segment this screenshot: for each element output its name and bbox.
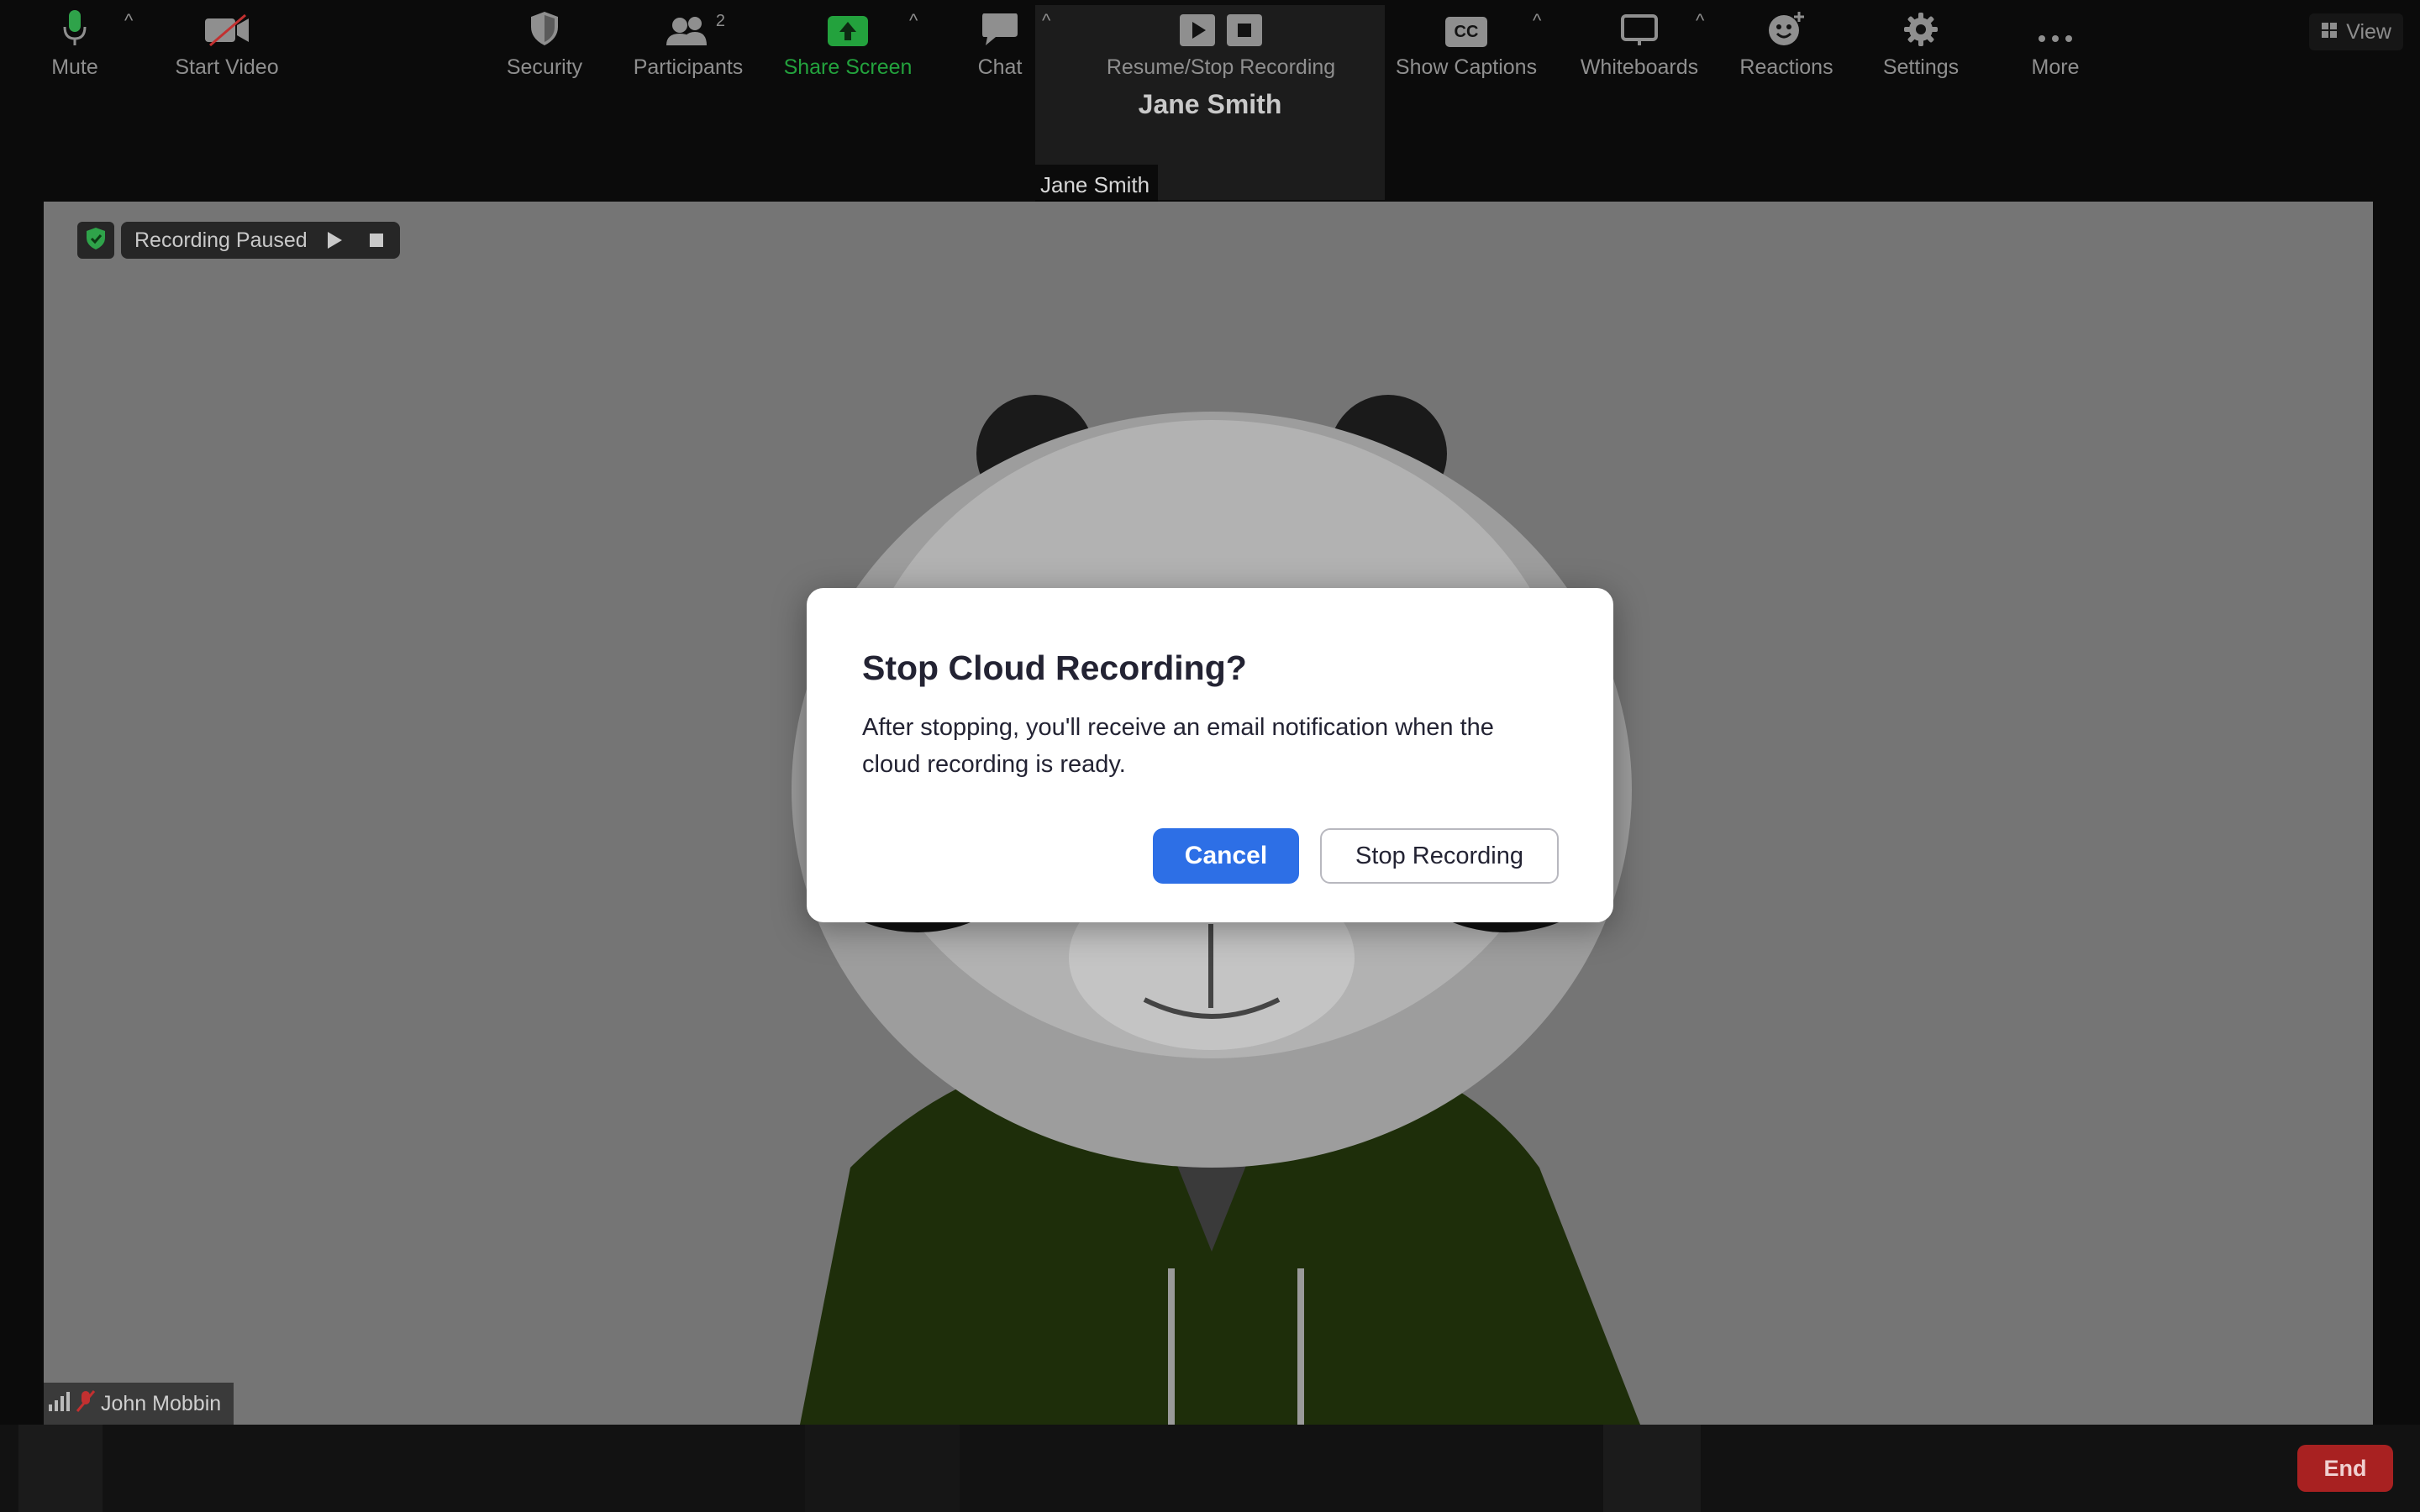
more-button[interactable]: More: [2017, 0, 2094, 87]
participants-icon: 2: [665, 0, 725, 50]
microphone-icon: [62, 0, 87, 50]
share-screen-button[interactable]: Share Screen: [783, 0, 913, 87]
security-button[interactable]: Security: [496, 0, 593, 87]
start-video-label: Start Video: [175, 55, 279, 79]
thumbnail-name-tag: Jane Smith: [1035, 165, 1159, 205]
share-options-caret-icon[interactable]: ^: [909, 10, 918, 32]
participant-name: John Mobbin: [101, 1391, 222, 1415]
recording-controls-icon: [1179, 0, 1263, 50]
whiteboard-icon: [1620, 0, 1659, 50]
show-captions-label: Show Captions: [1395, 55, 1538, 79]
mute-label: Mute: [51, 55, 98, 79]
reactions-icon: [1767, 0, 1806, 50]
participants-label: Participants: [633, 55, 744, 79]
security-label: Security: [506, 55, 583, 79]
cancel-button[interactable]: Cancel: [1153, 828, 1299, 884]
view-button-label: View: [2346, 20, 2391, 44]
share-screen-label: Share Screen: [783, 55, 913, 79]
mute-highlight: [18, 1425, 103, 1512]
chat-options-caret-icon[interactable]: ^: [1042, 10, 1050, 32]
signal-strength-icon: [47, 1391, 71, 1417]
resume-stop-recording-button[interactable]: Resume/Stop Recording: [1106, 0, 1336, 87]
show-captions-button[interactable]: CC Show Captions: [1395, 0, 1538, 87]
end-meeting-button[interactable]: End: [2297, 1445, 2393, 1492]
audio-options-caret-icon[interactable]: ^: [124, 10, 133, 32]
reactions-button[interactable]: Reactions: [1738, 0, 1835, 87]
gear-icon: [1903, 0, 1939, 50]
chat-bubble-icon: [981, 0, 1019, 50]
stop-recording-button[interactable]: Stop Recording: [1320, 828, 1559, 884]
participants-count: 2: [715, 12, 725, 30]
video-off-icon: [203, 0, 250, 50]
settings-button[interactable]: Settings: [1879, 0, 1963, 87]
participant-name-tag: John Mobbin: [44, 1383, 234, 1425]
security-shield-icon: [529, 0, 560, 50]
participants-button[interactable]: 2 Participants: [629, 0, 748, 87]
stop-recording-dialog: Stop Cloud Recording? After stopping, yo…: [807, 588, 1613, 922]
reactions-label: Reactions: [1739, 55, 1833, 79]
mute-button[interactable]: Mute: [44, 0, 106, 87]
more-dots-icon: [2037, 0, 2074, 50]
settings-label: Settings: [1882, 55, 1960, 79]
dialog-title: Stop Cloud Recording?: [862, 648, 1247, 687]
view-button[interactable]: View: [2309, 13, 2403, 50]
meeting-toolbar: [0, 1425, 2420, 1512]
whiteboards-button[interactable]: Whiteboards: [1578, 0, 1701, 87]
recording-status-label: Recording Paused: [134, 228, 308, 252]
security-shield-badge: [77, 222, 114, 259]
grid-icon: [2321, 13, 2338, 50]
chat-label: Chat: [977, 55, 1023, 79]
whiteboards-label: Whiteboards: [1580, 55, 1699, 79]
share-highlight: [805, 1425, 960, 1512]
resume-stop-recording-label: Resume/Stop Recording: [1106, 55, 1336, 79]
more-label: More: [2031, 55, 2080, 79]
dialog-message: After stopping, you'll receive an email …: [862, 714, 1494, 778]
shield-icon: [85, 227, 107, 255]
share-screen-icon: [827, 0, 869, 50]
closed-captions-icon: CC: [1445, 0, 1487, 50]
chat-button[interactable]: Chat: [966, 0, 1034, 87]
resume-recording-icon[interactable]: [319, 225, 350, 255]
recording-status-bar: Recording Paused: [121, 222, 400, 259]
muted-mic-icon: [76, 1389, 96, 1419]
whiteboards-highlight: [1603, 1425, 1701, 1512]
stop-recording-icon[interactable]: [361, 225, 392, 255]
whiteboards-options-caret-icon[interactable]: ^: [1696, 10, 1704, 32]
captions-options-caret-icon[interactable]: ^: [1533, 10, 1541, 32]
thumbnail-name: Jane Smith: [1138, 89, 1282, 119]
start-video-button[interactable]: Start Video: [161, 0, 292, 87]
